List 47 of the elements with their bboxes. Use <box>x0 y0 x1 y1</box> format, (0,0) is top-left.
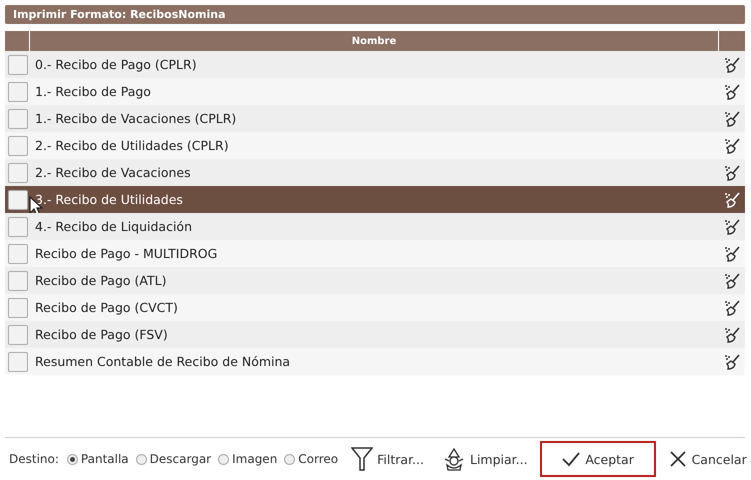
report-name: Recibo de Pago - MULTIDROG <box>35 246 218 261</box>
row-checkbox[interactable] <box>8 82 28 102</box>
row-checkbox[interactable] <box>8 244 28 264</box>
report-name: 4.- Recibo de Liquidación <box>35 219 192 234</box>
column-header: Nombre <box>352 36 396 46</box>
table-row[interactable]: 1.- Recibo de Pago <box>5 78 745 105</box>
table-row[interactable]: Recibo de Pago (CVCT) <box>5 294 745 321</box>
report-name: 2.- Recibo de Vacaciones <box>35 165 191 180</box>
filter-button[interactable]: Filtrar... <box>345 441 430 477</box>
report-name: Recibo de Pago (ATL) <box>35 273 166 288</box>
funnel-icon <box>351 446 374 472</box>
row-checkbox[interactable] <box>8 270 28 290</box>
report-name: 1.- Recibo de Vacaciones (CPLR) <box>35 111 236 126</box>
report-name: 1.- Recibo de Pago <box>35 84 151 99</box>
destination-radio[interactable]: Imagen <box>218 452 278 466</box>
destination-radio[interactable]: Descargar <box>136 452 212 466</box>
row-checkbox[interactable] <box>8 324 28 344</box>
table-row[interactable]: Resumen Contable de Recibo de Nómina <box>5 348 745 375</box>
destination-label: Destino: <box>8 452 59 466</box>
accept-button[interactable]: Aceptar <box>540 441 656 477</box>
report-name: 2.- Recibo de Utilidades (CPLR) <box>35 138 229 153</box>
row-checkbox[interactable] <box>8 162 28 182</box>
report-name: Resumen Contable de Recibo de Nómina <box>35 354 290 369</box>
cancel-button[interactable]: Cancelar <box>662 441 751 477</box>
report-name: Recibo de Pago (FSV) <box>35 327 168 342</box>
table-row[interactable]: 2.- Recibo de Vacaciones <box>5 159 745 186</box>
row-checkbox[interactable] <box>8 216 28 236</box>
row-checkbox[interactable] <box>8 298 28 318</box>
window-title: Imprimir Formato: RecibosNomina <box>13 8 226 21</box>
table-row[interactable]: Recibo de Pago (ATL) <box>5 267 745 294</box>
table-row[interactable]: 0.- Recibo de Pago (CPLR) <box>5 51 745 78</box>
row-checkbox[interactable] <box>8 136 28 156</box>
table-row[interactable]: 4.- Recibo de Liquidación <box>5 213 745 240</box>
table-row[interactable]: 2.- Recibo de Utilidades (CPLR) <box>5 132 745 159</box>
report-name: 0.- Recibo de Pago (CPLR) <box>35 57 197 72</box>
clean-button[interactable]: Limpiar... <box>436 441 534 477</box>
table-row[interactable]: Recibo de Pago (FSV) <box>5 321 745 348</box>
row-checkbox[interactable] <box>8 352 28 372</box>
report-name: Recibo de Pago (CVCT) <box>35 300 178 315</box>
row-checkbox[interactable] <box>8 54 28 74</box>
close-icon <box>668 449 688 469</box>
table-row[interactable]: Recibo de Pago - MULTIDROG <box>5 240 745 267</box>
destination-radio[interactable]: Correo <box>284 452 338 466</box>
row-checkbox[interactable] <box>8 190 28 210</box>
row-checkbox[interactable] <box>8 108 28 128</box>
table-row[interactable]: 1.- Recibo de Vacaciones (CPLR) <box>5 105 745 132</box>
destination-radio[interactable]: Pantalla <box>66 452 129 466</box>
